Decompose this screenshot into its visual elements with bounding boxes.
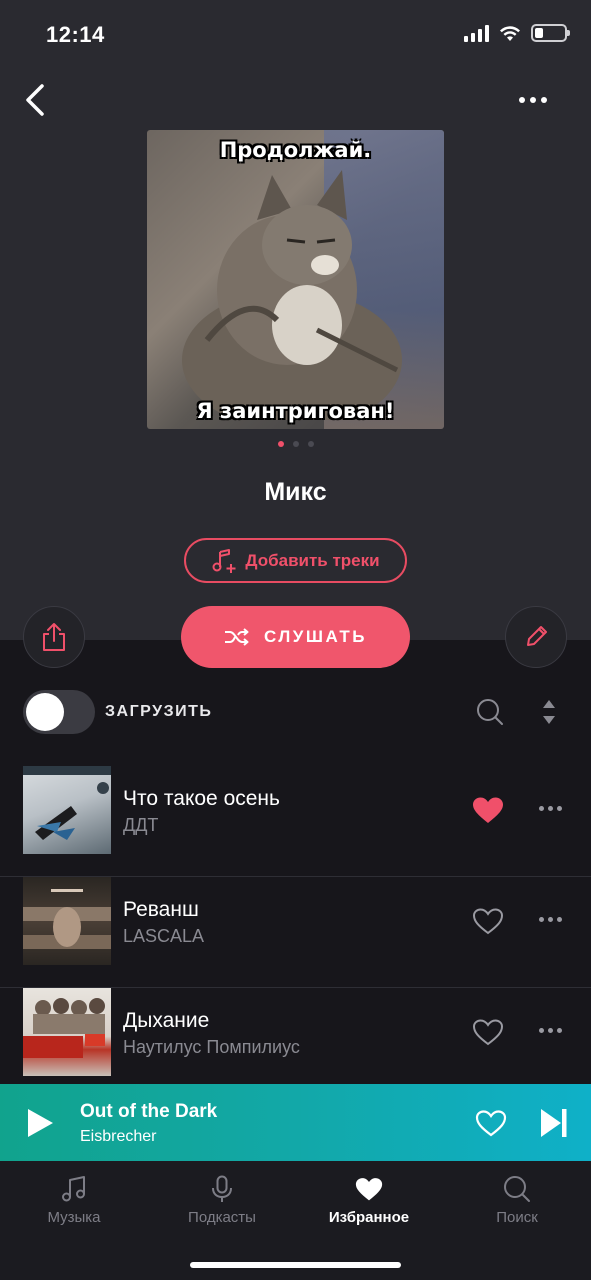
playlist-title: Микс: [264, 478, 327, 506]
skip-next-icon[interactable]: [540, 1108, 568, 1138]
sort-icon[interactable]: [540, 698, 558, 726]
wifi-icon: [500, 25, 520, 41]
heart-filled-icon[interactable]: [472, 796, 504, 824]
track-artist: ДДТ: [123, 815, 159, 835]
mini-player[interactable]: Out of the Dark Eisbrecher: [0, 1084, 591, 1161]
cat-image: [182, 170, 402, 420]
search-icon: [504, 1176, 530, 1202]
track-more-button[interactable]: [539, 806, 563, 814]
battery-icon: [531, 24, 570, 42]
heart-outline-icon[interactable]: [472, 907, 504, 935]
tab-podcasts[interactable]: Подкасты: [162, 1175, 282, 1226]
share-icon: [43, 623, 65, 651]
playlist-cover: Продолжай. Я заинтригован!: [147, 130, 444, 429]
download-label: ЗАГРУЗИТЬ: [105, 703, 213, 720]
track-row[interactable]: Реванш LASCALA: [0, 877, 591, 988]
track-title: Дыхание: [123, 1009, 210, 1032]
cellular-signal-icon: [464, 24, 489, 42]
pencil-icon: [527, 626, 547, 646]
tab-label: Избранное: [328, 1209, 410, 1226]
track-title: Что такое осень: [123, 787, 280, 810]
track-title: Реванш: [123, 898, 199, 921]
tab-music[interactable]: Музыка: [14, 1175, 134, 1226]
download-toggle[interactable]: [23, 690, 95, 734]
play-icon[interactable]: [26, 1108, 54, 1138]
carousel-dot: [307, 441, 314, 447]
search-icon[interactable]: [476, 698, 504, 726]
status-icons: [464, 24, 570, 42]
shuffle-icon: [225, 628, 249, 646]
share-button[interactable]: [23, 606, 85, 668]
music-note-icon: [62, 1176, 85, 1202]
cover-caption-top: Продолжай.: [219, 138, 372, 162]
heart-icon: [355, 1178, 383, 1201]
more-options-button[interactable]: [515, 88, 551, 112]
tab-search[interactable]: Поиск: [457, 1175, 577, 1226]
track-artwork: [23, 877, 111, 965]
track-more-button[interactable]: [539, 917, 563, 925]
track-row[interactable]: Дыхание Наутилус Помпилиус: [0, 988, 591, 1099]
chevron-left-icon: [26, 84, 44, 116]
track-row[interactable]: Что такое осень ДДТ: [0, 766, 591, 877]
tab-label: Поиск: [496, 1209, 538, 1226]
now-playing-artist: Eisbrecher: [80, 1128, 157, 1145]
now-playing-title: Out of the Dark: [80, 1101, 218, 1122]
carousel-indicator: [0, 441, 591, 447]
back-button[interactable]: [18, 80, 54, 120]
edit-button[interactable]: [505, 606, 567, 668]
tab-label: Подкасты: [188, 1209, 256, 1226]
heart-outline-icon[interactable]: [472, 1018, 504, 1046]
listen-button[interactable]: СЛУШАТЬ: [181, 606, 410, 668]
status-time: 12:14: [46, 22, 105, 47]
add-tracks-label: Добавить треки: [245, 550, 380, 570]
track-artist: LASCALA: [123, 926, 205, 946]
music-note-plus-icon: [212, 548, 236, 573]
tab-label: Музыка: [47, 1209, 101, 1226]
heart-outline-icon[interactable]: [475, 1109, 507, 1137]
cover-caption-bottom: Я заинтригован!: [196, 399, 395, 423]
carousel-dot: [292, 441, 299, 447]
home-indicator: [190, 1262, 401, 1268]
tab-favorites[interactable]: Избранное: [309, 1175, 429, 1226]
add-tracks-button[interactable]: Добавить треки: [184, 538, 407, 583]
listen-label: СЛУШАТЬ: [264, 627, 367, 646]
track-artist: Наутилус Помпилиус: [123, 1037, 300, 1057]
track-artwork: [23, 766, 111, 854]
track-artwork: [23, 988, 111, 1076]
microphone-icon: [212, 1175, 232, 1202]
track-more-button[interactable]: [539, 1028, 563, 1036]
carousel-dot: [277, 441, 284, 447]
